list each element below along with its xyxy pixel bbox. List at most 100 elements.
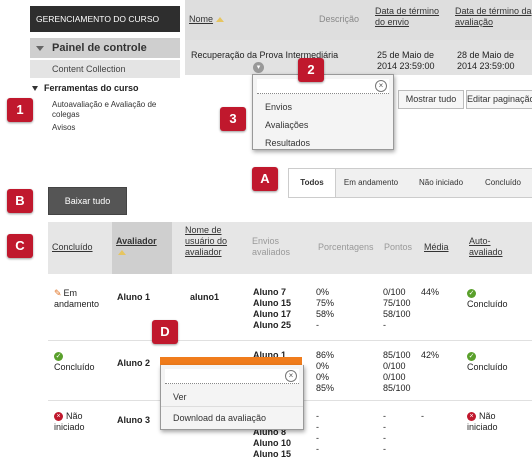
row2-pts-1: 85/100 xyxy=(383,350,411,360)
row3-status: × Não iniciado xyxy=(54,411,109,433)
chevron-down-icon[interactable]: ▾ xyxy=(253,62,264,73)
tab-not-started[interactable]: Não iniciado xyxy=(408,169,474,197)
menu-item-view[interactable]: Ver xyxy=(161,388,303,407)
clear-icon[interactable]: × xyxy=(285,370,297,382)
row3-pct-1: - xyxy=(316,411,319,421)
menu-item-evaluations[interactable]: Avaliações xyxy=(253,116,393,134)
sort-ascending-icon xyxy=(216,17,225,22)
review-end-date: 28 de Maio de 2014 23:59:00 xyxy=(451,40,532,75)
x-circle-icon: × xyxy=(54,412,63,422)
completed-header-label: Concluído xyxy=(52,242,93,252)
row1-submission-1: Aluno 7 xyxy=(253,287,286,297)
column-header-description: Descrição xyxy=(315,0,371,40)
row1-pts-2: 75/100 xyxy=(383,298,411,308)
content-collection-item[interactable]: Content Collection xyxy=(30,60,180,78)
check-icon: ✓ xyxy=(54,352,63,362)
column-header-evaluator[interactable]: Avaliador xyxy=(116,236,157,258)
assessment-name[interactable]: Recuperação da Prova Intermediária xyxy=(185,40,371,75)
row3-self-evaluated: × Não iniciado xyxy=(467,411,527,433)
x-circle-icon: × xyxy=(467,412,476,422)
evaluator-table-header: Concluído Avaliador Nome de usuário do a… xyxy=(48,222,532,274)
row3-pts-3: - xyxy=(383,433,386,443)
evaluator-context-menu: × Ver Download da avaliação xyxy=(160,365,304,430)
row2-self-evaluated-label: Concluído xyxy=(467,362,508,372)
row1-pts-1: 0/100 xyxy=(383,287,406,297)
callout-badge-b: B xyxy=(7,189,33,213)
edit-paging-button[interactable]: Editar paginação xyxy=(466,90,532,109)
column-header-self-evaluated[interactable]: Auto-avaliado xyxy=(469,236,519,258)
menu-search-field[interactable]: × xyxy=(257,79,389,94)
tab-all[interactable]: Todos xyxy=(288,169,336,197)
row3-pct-2: - xyxy=(316,422,319,432)
review-end-header-label: Data de término da avaliação xyxy=(455,6,532,27)
self-evaluated-header-label: Auto-avaliado xyxy=(469,236,503,257)
expand-icon xyxy=(32,86,38,91)
course-management-header: GERENCIAMENTO DO CURSO xyxy=(30,6,180,32)
column-header-submit-end[interactable]: Data de término do envio xyxy=(371,0,451,40)
row3-pts-2: - xyxy=(383,422,386,432)
column-header-points: Pontos xyxy=(384,242,413,252)
callout-badge-1: 1 xyxy=(7,98,33,122)
evaluator-header-label: Avaliador xyxy=(116,236,157,246)
pencil-icon: ✎ xyxy=(54,288,62,298)
row2-pct-1: 86% xyxy=(316,350,335,360)
column-header-percentages: Porcentagens xyxy=(318,242,374,252)
row2-status-label: Concluído xyxy=(54,362,95,372)
check-icon: ✓ xyxy=(467,289,476,299)
menu-item-submissions[interactable]: Envios xyxy=(253,98,393,116)
row1-pct-3: 58% xyxy=(316,309,335,319)
column-header-submissions: Envios avaliados xyxy=(252,236,291,257)
row2-average: 42% xyxy=(421,350,440,360)
download-all-button[interactable]: Baixar tudo xyxy=(48,187,127,215)
row3-pct-3: - xyxy=(316,433,319,443)
row1-status: ✎ Em andamento xyxy=(54,288,104,310)
row2-pct-4: 85% xyxy=(316,383,335,393)
name-header-label: Nome xyxy=(189,14,214,24)
row1-evaluator[interactable]: Aluno 1 xyxy=(117,292,150,303)
row3-pts-1: - xyxy=(383,411,386,421)
course-tools-header[interactable]: Ferramentas do curso xyxy=(32,83,139,93)
row3-average: - xyxy=(421,411,424,421)
column-header-average[interactable]: Média xyxy=(424,242,449,253)
column-header-review-end[interactable]: Data de término da avaliação xyxy=(451,0,532,40)
callout-badge-2: 2 xyxy=(298,58,324,82)
check-icon: ✓ xyxy=(467,352,476,362)
row3-evaluator[interactable]: Aluno 3 xyxy=(117,415,150,426)
row1-pts-4: - xyxy=(383,320,386,330)
tool-item-announcements[interactable]: Avisos xyxy=(52,123,75,132)
row2-evaluator[interactable]: Aluno 2 xyxy=(117,358,150,369)
menu-search-field[interactable]: × xyxy=(165,369,299,384)
control-panel-label: Painel de controle xyxy=(52,42,147,54)
row3-pct-4: - xyxy=(316,444,319,454)
tool-item-self-peer-assessment[interactable]: Autoavaliação e Avaliação de colegas xyxy=(52,100,162,120)
row1-pct-4: - xyxy=(316,320,319,330)
row2-pct-2: 0% xyxy=(316,361,330,371)
submit-end-date: 25 de Maio de 2014 23:59:00 xyxy=(371,40,451,75)
row1-pct-1: 0% xyxy=(316,287,330,297)
row2-pts-2: 0/100 xyxy=(383,361,406,371)
control-panel-header[interactable]: Painel de controle xyxy=(30,38,180,58)
row2-self-evaluated: ✓ Concluído xyxy=(467,351,527,373)
assessment-context-menu: × Envios Avaliações Resultados xyxy=(252,74,394,150)
row1-submission-3: Aluno 17 xyxy=(253,309,292,319)
menu-item-download-evaluation[interactable]: Download da avaliação xyxy=(161,409,303,427)
column-header-completed[interactable]: Concluído xyxy=(52,242,93,253)
row2-status: ✓ Concluído xyxy=(54,351,109,373)
row3-submission-3: Aluno 15 xyxy=(253,449,292,459)
show-all-button[interactable]: Mostrar tudo xyxy=(398,90,464,109)
tab-in-progress[interactable]: Em andamento xyxy=(336,169,406,197)
course-tools-label: Ferramentas do curso xyxy=(44,83,139,93)
column-header-name[interactable]: Nome xyxy=(185,0,315,40)
callout-badge-a: A xyxy=(252,167,278,191)
menu-highlight-bar xyxy=(160,357,302,365)
row1-pts-3: 58/100 xyxy=(383,309,411,319)
row1-username: aluno1 xyxy=(190,292,220,302)
collapse-icon xyxy=(36,46,44,51)
row1-self-evaluated-label: Concluído xyxy=(467,299,508,309)
tab-completed[interactable]: Concluído xyxy=(474,169,532,197)
column-header-username[interactable]: Nome de usuário do avaliador xyxy=(185,225,235,258)
row1-self-evaluated: ✓ Concluído xyxy=(467,288,527,310)
menu-item-results[interactable]: Resultados xyxy=(253,134,393,152)
clear-icon[interactable]: × xyxy=(375,80,387,92)
submit-end-header-label: Data de término do envio xyxy=(375,6,440,27)
